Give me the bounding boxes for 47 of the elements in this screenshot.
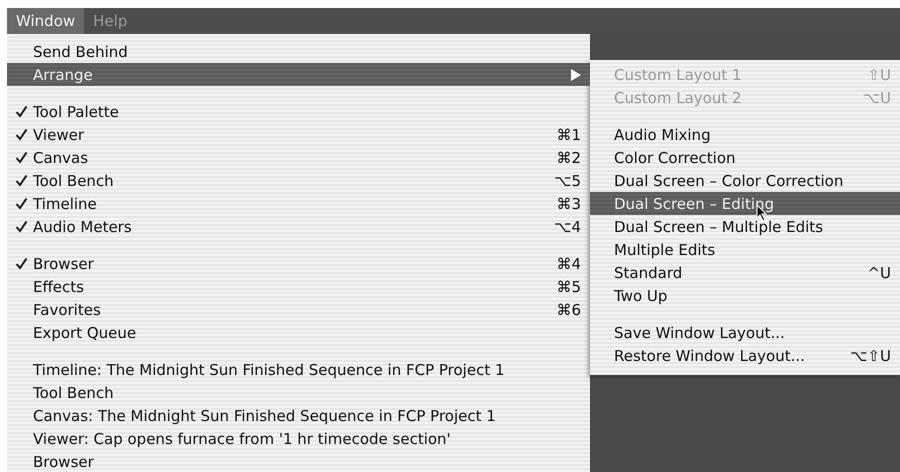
- menu-item[interactable]: Favorites ⌘6: [7, 298, 590, 321]
- menu-item[interactable]: Timeline: The Midnight Sun Finished Sequence in FCP Project 1: [7, 358, 590, 381]
- checkmark-icon: [15, 220, 28, 233]
- submenu-menu-item[interactable]: Arrange: [7, 63, 590, 86]
- checkmark-icon: [15, 197, 28, 210]
- menu-item[interactable]: Color Correction: [590, 146, 900, 169]
- menu-item[interactable]: Dual Screen – Color Correction: [590, 169, 900, 192]
- menu-item[interactable]: Tool Bench ⌥5: [7, 169, 590, 192]
- menu-item[interactable]: Canvas ⌘2: [7, 146, 590, 169]
- checkmark-icon: [15, 128, 28, 141]
- shortcut-text: ⌘1: [556, 126, 581, 144]
- menu-item[interactable]: Viewer ⌘1: [7, 123, 590, 146]
- menu-title[interactable]: Window: [7, 8, 84, 34]
- shortcut-text: ⌘3: [556, 194, 581, 212]
- menu-item[interactable]: Viewer: Cap opens furnace from '1 hr timecode section': [7, 427, 590, 450]
- shortcut-text: ⌘4: [556, 254, 581, 272]
- checkmark-icon: [15, 174, 28, 187]
- checkmark-icon: [15, 105, 28, 118]
- menu-item[interactable]: Effects ⌘5: [7, 275, 590, 298]
- shortcut-text: ⌥5: [554, 172, 581, 190]
- menu-item[interactable]: Restore Window Layout... ⌥⇧U: [590, 344, 900, 367]
- shortcut-text: ⌘5: [556, 278, 581, 296]
- menu-item[interactable]: Canvas: The Midnight Sun Finished Sequence in FCP Project 1: [7, 404, 590, 427]
- menu-item[interactable]: Tool Palette: [7, 100, 590, 123]
- menu-item[interactable]: Multiple Edits: [590, 238, 900, 261]
- menu-item[interactable]: Timeline ⌘3: [7, 192, 590, 215]
- menu-item[interactable]: Export Queue: [7, 321, 590, 344]
- menu-item[interactable]: Audio Mixing: [590, 123, 900, 146]
- menu-item[interactable]: Standard ^U: [590, 261, 900, 284]
- menu-item[interactable]: Audio Meters ⌥4: [7, 215, 590, 238]
- menu-item[interactable]: Two Up: [590, 284, 900, 307]
- menu-item[interactable]: Save Window Layout...: [590, 321, 900, 344]
- shortcut-text: ⌥⇧U: [850, 346, 891, 364]
- shortcut-text: ⌘6: [556, 300, 581, 318]
- menu-item[interactable]: Browser ⌘4: [7, 252, 590, 275]
- checkmark-icon: [15, 257, 28, 270]
- checkmark-icon: [15, 151, 28, 164]
- menu-item[interactable]: Send Behind: [7, 40, 590, 63]
- menu-item[interactable]: Tool Bench: [7, 381, 590, 404]
- shortcut-text: ^U: [867, 264, 891, 282]
- shortcut-text: ⌥U: [862, 88, 891, 106]
- submenu-arrow-icon: [571, 68, 581, 80]
- menu-item[interactable]: Dual Screen – Multiple Edits: [590, 215, 900, 238]
- shortcut-text: ⌘2: [556, 148, 581, 166]
- shortcut-text: ⇧U: [867, 66, 891, 84]
- shortcut-text: ⌥4: [554, 218, 581, 236]
- menu-item[interactable]: Browser: [7, 450, 590, 472]
